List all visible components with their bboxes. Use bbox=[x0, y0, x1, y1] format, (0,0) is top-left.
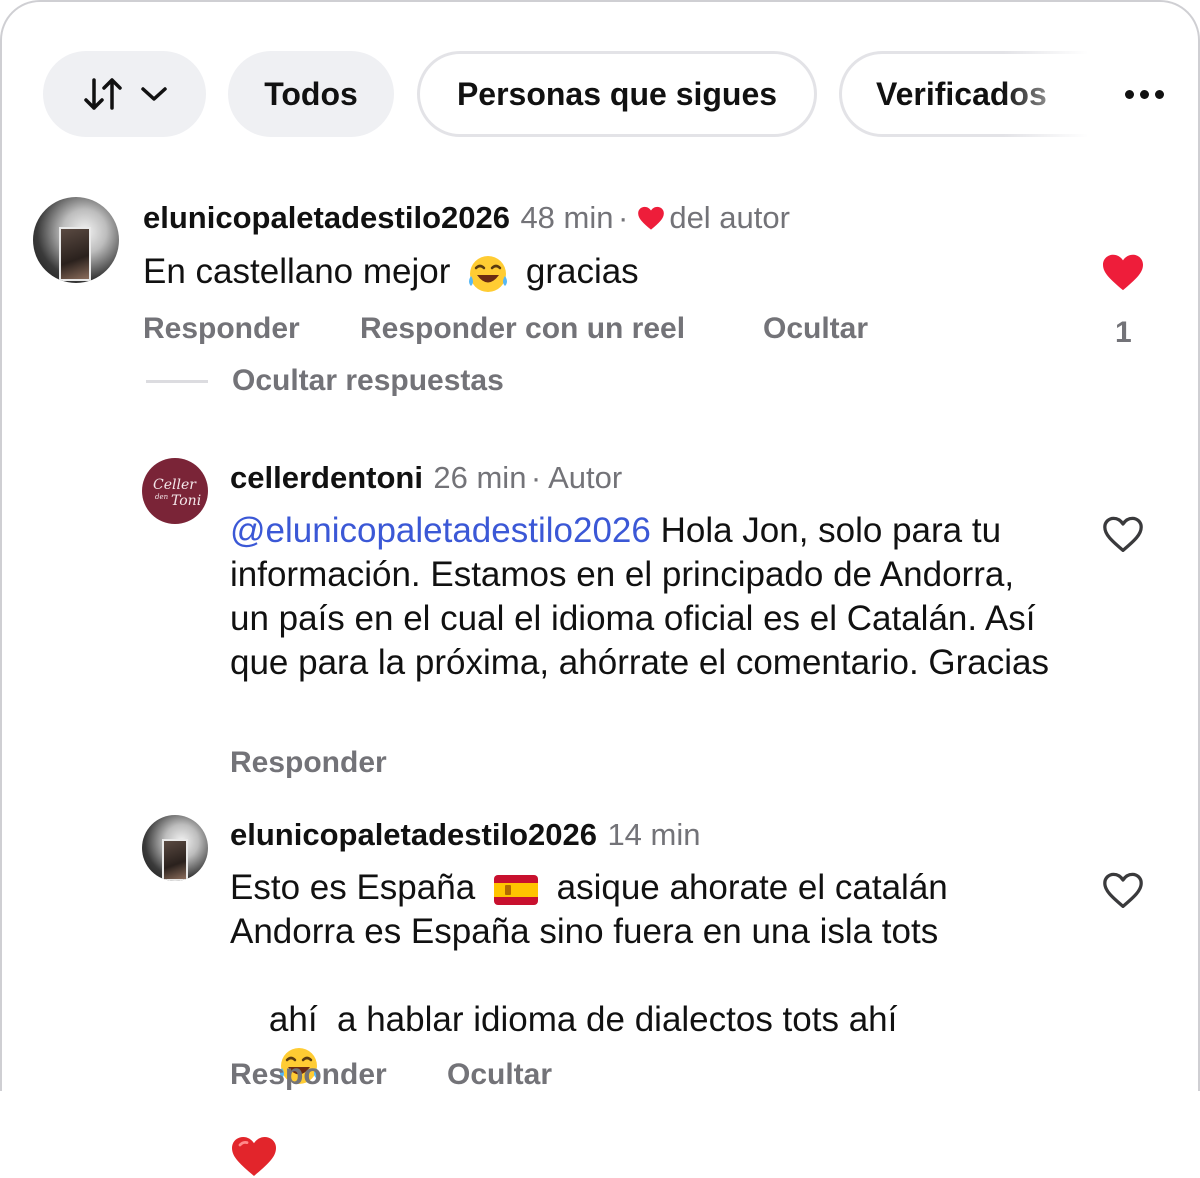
comment-text: En castellano mejor gracias bbox=[143, 250, 639, 296]
filter-bar: Todos Personas que sigues Verificados bbox=[43, 51, 1200, 137]
hide-replies-button[interactable]: Ocultar respuestas bbox=[232, 364, 504, 398]
divider-line bbox=[146, 380, 208, 383]
reply-button[interactable]: Responder bbox=[230, 746, 387, 780]
comment-time: 48 min bbox=[520, 200, 614, 235]
comment-header: elunicopaletadestilo2026 14 min bbox=[230, 817, 700, 853]
comment-username[interactable]: cellerdentoni bbox=[230, 460, 423, 495]
comment-header: cellerdentoni 26 min · Autor bbox=[230, 460, 623, 495]
hide-button[interactable]: Ocultar bbox=[763, 312, 868, 346]
red-heart-emoji-icon bbox=[232, 1136, 276, 1176]
spain-flag-icon bbox=[493, 874, 538, 905]
liked-by-author-label: del autor bbox=[669, 200, 790, 235]
avatar[interactable] bbox=[33, 197, 119, 283]
reply-button[interactable]: Responder bbox=[143, 312, 300, 346]
comment-time: 14 min bbox=[607, 817, 701, 852]
comment-time: 26 min bbox=[433, 460, 527, 495]
heart-icon bbox=[638, 206, 664, 230]
svg-text:Toni: Toni bbox=[171, 493, 201, 509]
filter-verified-label: Verificados bbox=[876, 75, 1047, 112]
svg-text:Celler: Celler bbox=[153, 477, 197, 493]
more-icon[interactable] bbox=[1109, 51, 1179, 137]
svg-text:den: den bbox=[155, 493, 169, 501]
reply-button[interactable]: Responder bbox=[230, 1058, 387, 1092]
mention-link[interactable]: @elunicopaletadestilo2026 bbox=[230, 511, 651, 550]
like-count: 1 bbox=[1115, 316, 1132, 349]
sort-icon bbox=[83, 78, 122, 110]
filter-verified-button[interactable]: Verificados bbox=[839, 51, 1099, 137]
laughing-emoji-icon bbox=[469, 255, 508, 292]
heart-outline-icon[interactable] bbox=[1101, 870, 1145, 910]
chevron-down-icon bbox=[140, 87, 167, 101]
heart-outline-icon[interactable] bbox=[1101, 514, 1145, 554]
avatar[interactable]: Celler den Toni bbox=[142, 458, 208, 524]
hide-button[interactable]: Ocultar bbox=[447, 1058, 552, 1092]
comment-username[interactable]: elunicopaletadestilo2026 bbox=[143, 200, 510, 235]
reply-with-reel-button[interactable]: Responder con un reel bbox=[360, 312, 685, 346]
comment-header: elunicopaletadestilo2026 48 min · del au… bbox=[143, 200, 790, 235]
filter-following-button[interactable]: Personas que sigues bbox=[417, 51, 817, 137]
comment-text: Esto es España asique ahorate el catalán… bbox=[230, 866, 1060, 1178]
comment-text: @elunicopaletadestilo2026 Hola Jon, solo… bbox=[230, 511, 1050, 682]
heart-icon[interactable] bbox=[1101, 252, 1145, 292]
filter-all-button[interactable]: Todos bbox=[228, 51, 394, 137]
author-badge: Autor bbox=[548, 460, 623, 495]
comment-username[interactable]: elunicopaletadestilo2026 bbox=[230, 817, 597, 852]
sort-button[interactable] bbox=[43, 51, 206, 137]
celler-logo: Celler den Toni bbox=[153, 477, 201, 509]
avatar[interactable] bbox=[142, 815, 208, 881]
